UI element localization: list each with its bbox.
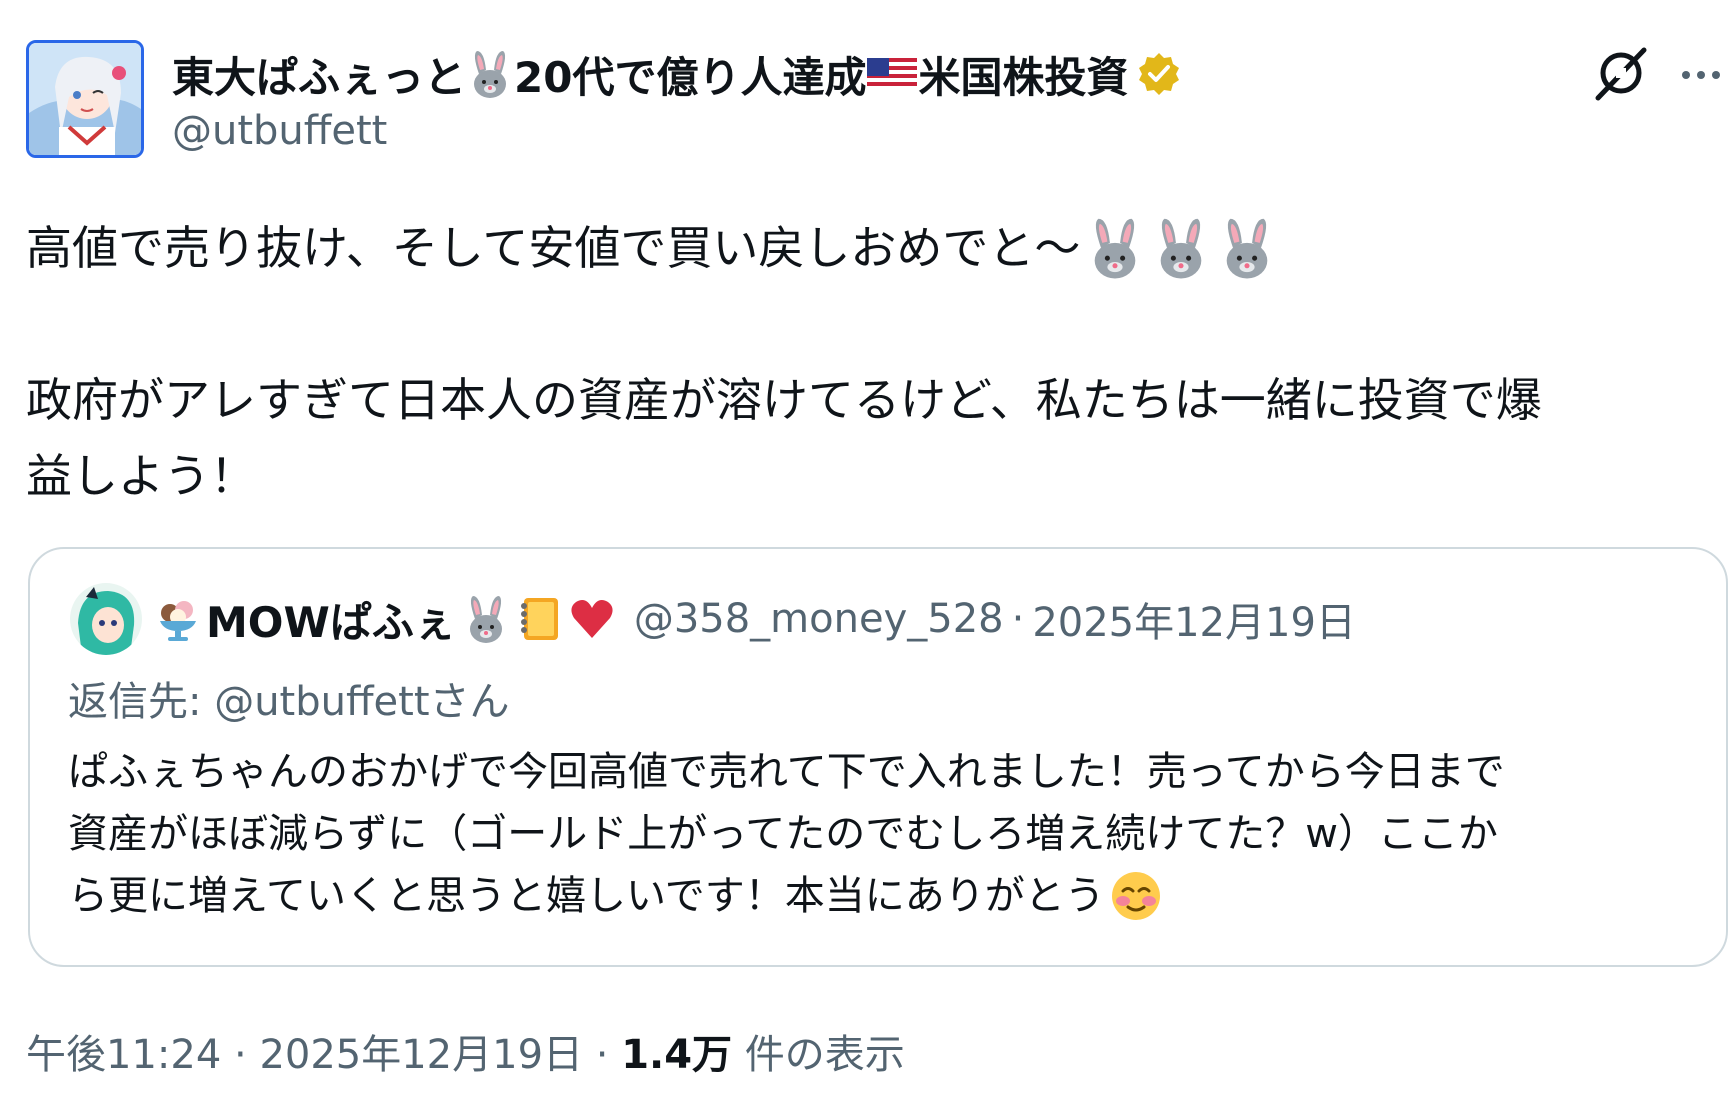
tweet-body: 高値で売り抜け、そして安値で買い戻しおめでと～ 政府がアレすぎて日本人の資産が溶… [26,210,1726,514]
rabbit-emoji-icon [462,593,510,645]
quoted-line: ら更に増えていくと思うと嬉しいです！本当にありがとう [68,865,1698,927]
meta-separator: · [234,1032,247,1078]
author-name[interactable]: 東大ぱふぇっと 20代で億り人達成 米国株投資 [172,44,1182,104]
views-count[interactable]: 1.4万 [621,1032,732,1078]
verified-badge-icon[interactable] [1136,51,1182,97]
quoted-text-line1: ぱふぇちゃんのおかげで今回高値で売れて下で入れました！売ってから今日まで [68,749,1505,795]
rabbit-emoji-icon [1214,215,1280,281]
views-label: 件の表示 [744,1032,905,1078]
author-handle[interactable]: @utbuffett [172,108,387,154]
quoted-tweet-card[interactable]: MOWぱふぇ @358_money_528 · 2025年12月19日 返信先:… [28,547,1728,967]
tweet-meta-footer: 午後11:24 · 2025年12月19日 · 1.4万 件の表示 [26,1022,905,1080]
author-name-part1: 東大ぱふぇっと [172,52,467,102]
reply-to-line: 返信先: @utbuffettさん [68,669,510,727]
tweet-time[interactable]: 午後11:24 [26,1032,221,1078]
quoted-line: 資産がほぼ減らずに（ゴールド上がってたのでむしろ増え続けてた？w）ここか [68,803,1698,865]
quoted-tweet-date[interactable]: 2025年12月19日 [1032,590,1356,648]
grok-icon[interactable] [1592,44,1650,102]
quoted-line: ぱふぇちゃんのおかげで今回高値で売れて下で入れました！売ってから今日まで [68,741,1698,803]
heart-emoji-icon [568,596,616,642]
rabbit-emoji-icon [1148,215,1214,281]
tweet-line: 益しよう！ [26,438,1726,514]
tweet-text-line2: 政府がアレすぎて日本人の資産が溶けてるけど、私たちは一緒に投資で爆 [26,373,1542,427]
tweet-date[interactable]: 2025年12月19日 [259,1032,583,1078]
meta-separator: · [595,1032,609,1078]
quoted-author-avatar[interactable] [70,583,142,655]
rabbit-emoji-icon [466,48,514,100]
tweet-line: 高値で売り抜け、そして安値で買い戻しおめでと～ [26,210,1726,286]
author-name-part3: 米国株投資 [918,52,1129,102]
smiling-blush-emoji-icon [1109,869,1163,923]
tweet-line: 政府がアレすぎて日本人の資産が溶けてるけど、私たちは一緒に投資で爆 [26,362,1726,438]
quoted-author-name[interactable]: MOWぱふぇ [206,589,456,650]
us-flag-icon [866,54,918,94]
reply-label: 返信先: [68,679,202,725]
author-avatar[interactable] [26,40,144,158]
ice-cream-emoji-icon [154,595,202,643]
more-options-icon[interactable] [1676,50,1726,100]
tweet-text-line1: 高値で売り抜け、そして安値で買い戻しおめでと～ [26,221,1081,275]
quoted-text-line2: 資産がほぼ減らずに（ゴールド上がってたのでむしろ増え続けてた？w）ここか [68,811,1498,857]
meta-separator: · [1011,596,1025,642]
quoted-text-line3: ら更に増えていくと思うと嬉しいです！本当にありがとう [68,873,1105,919]
rabbit-emoji-icon [1082,215,1148,281]
notebook-emoji-icon [516,594,562,644]
reply-to-handle[interactable]: @utbuffettさん [214,679,509,725]
quoted-author-handle[interactable]: @358_money_528 [634,596,1004,642]
quoted-tweet-header: MOWぱふぇ @358_money_528 · 2025年12月19日 [154,587,1356,651]
quoted-tweet-body: ぱふぇちゃんのおかげで今回高値で売れて下で入れました！売ってから今日まで 資産が… [68,741,1698,927]
tweet-text-line3: 益しよう！ [26,449,256,503]
author-name-part2: 20代で億り人達成 [514,52,867,102]
